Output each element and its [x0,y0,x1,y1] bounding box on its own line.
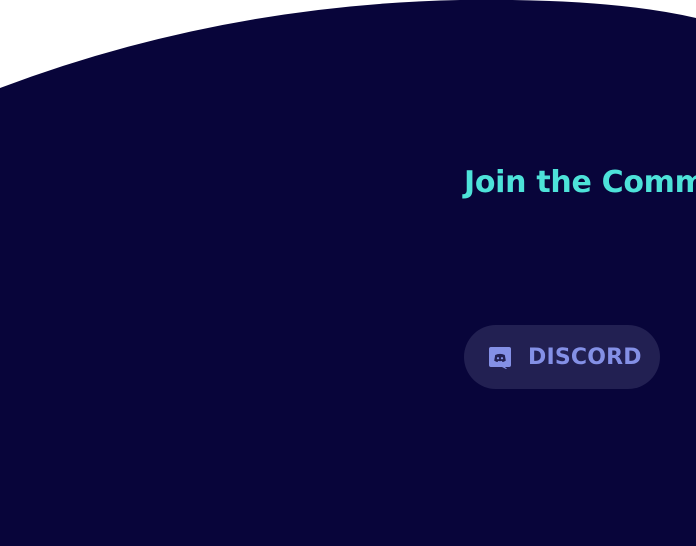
community-section: Join the Community DISCORD [0,0,696,546]
discord-button[interactable]: DISCORD [464,325,660,389]
discord-button-label: DISCORD [528,344,642,370]
discord-icon [488,345,512,369]
curved-hero-background [0,0,696,546]
community-heading: Join the Community [464,165,696,200]
